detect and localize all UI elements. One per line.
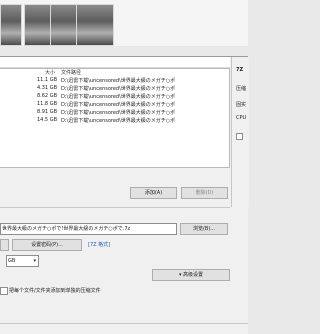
file-browser-strip bbox=[0, 0, 248, 46]
set-password-button[interactable]: 设置密码(P)... bbox=[12, 239, 82, 251]
advanced-settings-button[interactable]: ▾ 高级设置 bbox=[152, 269, 230, 281]
divider bbox=[0, 207, 230, 208]
file-path: D:\迅雷下载\uncensored\世界最大級のメガチ○ポ bbox=[61, 94, 176, 100]
column-path-header[interactable]: 文件路径 bbox=[61, 69, 81, 76]
format-link[interactable]: [7Z 格式] bbox=[88, 241, 110, 248]
separate-archives-checkbox[interactable] bbox=[0, 287, 8, 295]
file-path: D:\迅雷下载\uncensored\世界最大級のメガチ○ポ bbox=[61, 102, 176, 108]
solid-block-label: 固实 bbox=[236, 102, 247, 108]
remove-button[interactable]: 删除(D) bbox=[181, 187, 228, 199]
browse-button[interactable]: 浏览(B)... bbox=[180, 223, 228, 235]
file-size: 4.31 GB bbox=[36, 85, 57, 91]
separate-archives-label: 把每个文件/文件夹添加到单独的压缩文件 bbox=[9, 288, 101, 294]
compression-level-label: 压缩 bbox=[236, 86, 247, 92]
divider bbox=[0, 323, 248, 324]
file-size: 11.1 GB bbox=[36, 77, 57, 83]
file-path: D:\迅雷下载\uncensored\世界最大級のメガチ○ポ bbox=[61, 118, 176, 124]
file-list[interactable]: 大小 文件路径 11.1 GB D:\迅雷下载\uncensored\世界最大級… bbox=[0, 68, 230, 168]
output-path-input[interactable]: 世界最大級のメガチ○ポで!世界最大級のメガチ○ポで.7z bbox=[0, 223, 177, 235]
video-thumbnail[interactable] bbox=[76, 4, 114, 46]
file-size: 8.62 GB bbox=[36, 93, 57, 99]
chevron-down-icon: ▾ bbox=[33, 258, 36, 264]
column-size-header[interactable]: 大小 bbox=[45, 69, 55, 76]
option-checkbox[interactable] bbox=[236, 133, 243, 140]
file-path: D:\迅雷下载\uncensored\世界最大級のメガチ○ポ bbox=[61, 110, 176, 116]
video-thumbnail[interactable] bbox=[0, 4, 22, 46]
format-title: 7Z bbox=[236, 67, 244, 73]
format-options-panel: 7Z 压缩 固实 CPU bbox=[231, 57, 249, 207]
file-path: D:\迅雷下载\uncensored\世界最大級のメガチ○ポ bbox=[61, 78, 176, 84]
file-size: 14.5 GB bbox=[36, 117, 57, 123]
compression-dialog: 大小 文件路径 11.1 GB D:\迅雷下载\uncensored\世界最大級… bbox=[0, 56, 249, 334]
table-row[interactable]: 14.5 GB D:\迅雷下载\uncensored\世界最大級のメガチ○ポ bbox=[0, 117, 229, 126]
dialog-header bbox=[0, 57, 230, 68]
file-path: D:\迅雷下载\uncensored\世界最大級のメガチ○ポ bbox=[61, 86, 176, 92]
split-size-value: GB bbox=[8, 258, 16, 264]
cpu-threads-label: CPU bbox=[236, 115, 247, 121]
file-size: 11.8 GB bbox=[36, 101, 57, 107]
split-size-select[interactable]: GB ▾ bbox=[6, 255, 39, 267]
options-button[interactable] bbox=[0, 239, 9, 251]
file-size: 8.91 GB bbox=[36, 109, 57, 115]
add-button[interactable]: 添加(A) bbox=[130, 187, 177, 199]
